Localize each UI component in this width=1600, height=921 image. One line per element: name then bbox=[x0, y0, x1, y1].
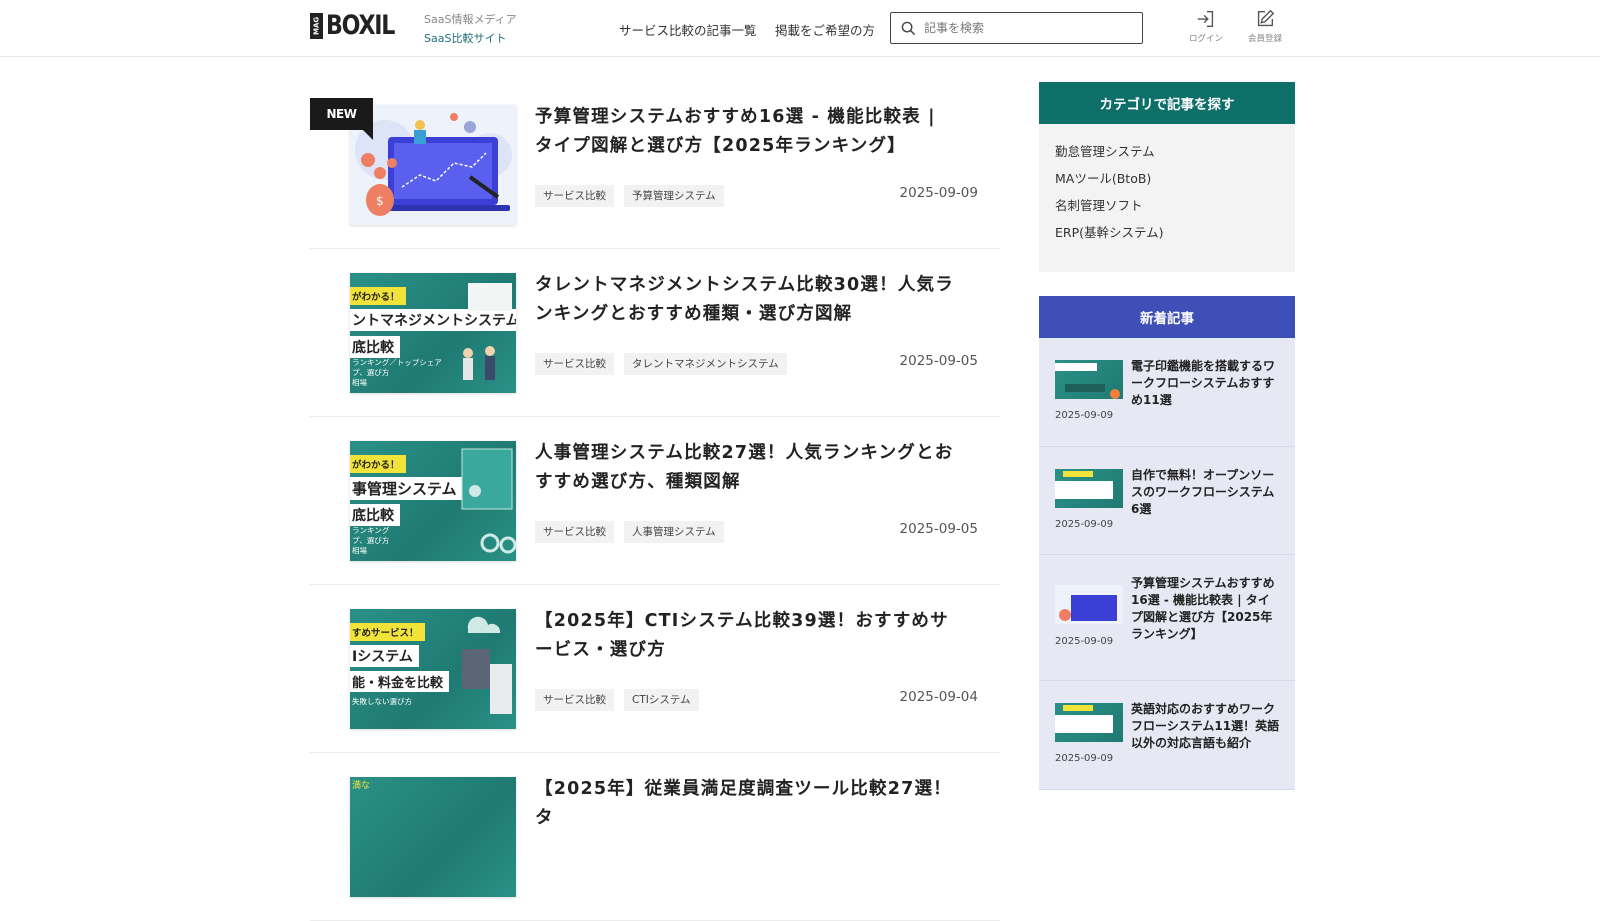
new-articles-heading: 新着記事 bbox=[1039, 296, 1295, 338]
new-article-item[interactable]: 予算管理システムおすすめ16選 - 機能比較表 | タイプ図解と選び方【2025… bbox=[1039, 555, 1295, 681]
new-article-title[interactable]: 電子印鑑機能を搭載するワークフローシステムおすすめ11選 bbox=[1131, 358, 1281, 409]
category-panel: カテゴリで記事を探す 勤怠管理システム MAツール(BtoB) 名刺管理ソフト … bbox=[1039, 82, 1295, 272]
article-thumbnail[interactable]: がわかる！ ントマネジメントシステム 底比較 ランキング／トップシェア プ、選び… bbox=[350, 273, 516, 393]
new-badge: NEW bbox=[310, 98, 373, 140]
thumb-note: 満な bbox=[352, 781, 371, 791]
article-tags: サービス比較 タレントマネジメントシステム bbox=[535, 353, 787, 375]
article-date: 2025-09-04 bbox=[899, 689, 978, 705]
login-label: ログイン bbox=[1188, 34, 1223, 44]
site-tagline: SaaS情報メディア SaaS比較サイト bbox=[424, 10, 517, 48]
article-date: 2025-09-05 bbox=[899, 353, 978, 369]
site-header: MAG BOXIL SaaS情報メディア SaaS比較サイト サービス比較の記事… bbox=[0, 0, 1600, 57]
tag[interactable]: 予算管理システム bbox=[624, 185, 724, 207]
people-illustration-icon bbox=[463, 283, 512, 380]
new-article-thumbnail[interactable] bbox=[1055, 585, 1123, 624]
category-heading: カテゴリで記事を探す bbox=[1039, 82, 1295, 124]
tagline-saas-link[interactable]: SaaS比較サイト bbox=[424, 29, 517, 48]
english-workflow-thumb-icon bbox=[1055, 705, 1113, 733]
login-button[interactable]: ログイン bbox=[1181, 8, 1231, 44]
search-icon bbox=[901, 21, 916, 35]
article-card[interactable]: がわかる！ ントマネジメントシステム 底比較 ランキング／トップシェア プ、選び… bbox=[310, 249, 1000, 417]
article-title[interactable]: 予算管理システムおすすめ16選 - 機能比較表 | タイプ図解と選び方【2025… bbox=[535, 103, 955, 161]
article-card[interactable]: すめサービス！ Iシステム 能・料金を比較 失敗しない選び方 【2025年】CT… bbox=[310, 585, 1000, 753]
login-icon bbox=[1197, 10, 1214, 28]
register-button[interactable]: 会員登録 bbox=[1240, 8, 1290, 44]
new-articles-panel: 新着記事 電子印鑑機能を搭載するワークフローシステムおすすめ11選 2025-0… bbox=[1039, 296, 1295, 790]
tag[interactable]: サービス比較 bbox=[535, 185, 614, 207]
article-tags: サービス比較 CTIシステム bbox=[535, 689, 699, 711]
tag[interactable]: サービス比較 bbox=[535, 689, 614, 711]
new-article-item[interactable]: 英語対応のおすすめワークフローシステム11選！英語以外の対応言語も紹介 2025… bbox=[1039, 681, 1295, 790]
new-article-date: 2025-09-09 bbox=[1055, 519, 1114, 530]
logo-mag-mark: MAG bbox=[310, 13, 323, 39]
new-article-title[interactable]: 英語対応のおすすめワークフローシステム11選！英語以外の対応言語も紹介 bbox=[1131, 701, 1281, 752]
new-article-item[interactable]: 電子印鑑機能を搭載するワークフローシステムおすすめ11選 2025-09-09 bbox=[1039, 338, 1295, 447]
boxil-logo[interactable]: MAG BOXIL bbox=[310, 10, 409, 41]
edit-icon bbox=[1257, 9, 1275, 27]
new-article-date: 2025-09-09 bbox=[1055, 636, 1114, 647]
article-tags: サービス比較 人事管理システム bbox=[535, 521, 724, 543]
article-thumbnail[interactable]: すめサービス！ Iシステム 能・料金を比較 失敗しない選び方 bbox=[350, 609, 516, 729]
article-title[interactable]: 人事管理システム比較27選！人気ランキングとおすすめ選び方、種類図解 bbox=[535, 439, 955, 497]
article-card[interactable]: NEW $ 予算管理システムおすすめ16選 - 機能比較表 | タイプ図解と選び… bbox=[310, 81, 1000, 249]
search-box[interactable] bbox=[890, 12, 1143, 44]
opensource-thumb-icon bbox=[1055, 471, 1113, 499]
article-thumbnail[interactable]: がわかる！ 事管理システム 底比較 ランキング プ、選び方 相場 bbox=[350, 441, 516, 561]
nav-service-comparison[interactable]: サービス比較の記事一覧 bbox=[619, 20, 757, 39]
article-thumbnail[interactable]: 満な bbox=[350, 777, 516, 897]
new-article-item[interactable]: 自作で無料！オープンソースのワークフローシステム6選 2025-09-09 bbox=[1039, 447, 1295, 555]
new-article-title[interactable]: 予算管理システムおすすめ16選 - 機能比較表 | タイプ図解と選び方【2025… bbox=[1131, 575, 1281, 643]
tag[interactable]: CTIシステム bbox=[624, 689, 699, 711]
new-article-thumbnail[interactable] bbox=[1055, 469, 1123, 508]
article-title[interactable]: タレントマネジメントシステム比較30選！人気ランキングとおすすめ種類・選び方図解 bbox=[535, 271, 955, 329]
category-item[interactable]: MAツール(BtoB) bbox=[1055, 165, 1279, 192]
tagline-media: SaaS情報メディア bbox=[424, 13, 517, 26]
workflow-thumb-icon bbox=[1055, 363, 1120, 399]
tag[interactable]: サービス比較 bbox=[535, 521, 614, 543]
category-item[interactable]: 勤怠管理システム bbox=[1055, 138, 1279, 165]
article-title[interactable]: 【2025年】従業員満足度調査ツール比較27選！タ bbox=[535, 775, 955, 833]
tag[interactable]: 人事管理システム bbox=[624, 521, 724, 543]
phone-illustration-icon bbox=[462, 616, 512, 714]
category-item[interactable]: ERP(基幹システム) bbox=[1055, 219, 1279, 246]
search-input[interactable] bbox=[924, 21, 1124, 35]
logo-wordmark: BOXIL bbox=[326, 10, 395, 41]
new-article-thumbnail[interactable] bbox=[1055, 360, 1123, 399]
tag[interactable]: タレントマネジメントシステム bbox=[624, 353, 787, 375]
article-thumbnail[interactable]: $ bbox=[350, 105, 516, 225]
new-article-title[interactable]: 自作で無料！オープンソースのワークフローシステム6選 bbox=[1131, 467, 1281, 518]
article-card[interactable]: 満な 【2025年】従業員満足度調査ツール比較27選！タ bbox=[310, 753, 1000, 921]
new-article-date: 2025-09-09 bbox=[1055, 410, 1114, 421]
category-item[interactable]: 名刺管理ソフト bbox=[1055, 192, 1279, 219]
new-article-date: 2025-09-09 bbox=[1055, 753, 1114, 764]
dashboard-illustration-icon bbox=[461, 448, 516, 554]
budget-thumb-icon bbox=[1059, 595, 1117, 621]
register-label: 会員登録 bbox=[1247, 34, 1282, 44]
category-list: 勤怠管理システム MAツール(BtoB) 名刺管理ソフト ERP(基幹システム) bbox=[1039, 124, 1295, 272]
article-tags: サービス比較 予算管理システム bbox=[535, 185, 724, 207]
nav-listing-inquiry[interactable]: 掲載をご希望の方 bbox=[775, 20, 875, 39]
budget-illustration-icon: $ bbox=[355, 113, 512, 216]
article-date: 2025-09-09 bbox=[899, 185, 978, 201]
tag[interactable]: サービス比較 bbox=[535, 353, 614, 375]
article-title[interactable]: 【2025年】CTIシステム比較39選！おすすめサービス・選び方 bbox=[535, 607, 955, 665]
new-articles-list: 電子印鑑機能を搭載するワークフローシステムおすすめ11選 2025-09-09 … bbox=[1039, 338, 1295, 790]
article-card[interactable]: がわかる！ 事管理システム 底比較 ランキング プ、選び方 相場 人事管理システ… bbox=[310, 417, 1000, 585]
new-article-thumbnail[interactable] bbox=[1055, 703, 1123, 742]
article-date: 2025-09-05 bbox=[899, 521, 978, 537]
svg-text:$: $ bbox=[376, 194, 384, 208]
